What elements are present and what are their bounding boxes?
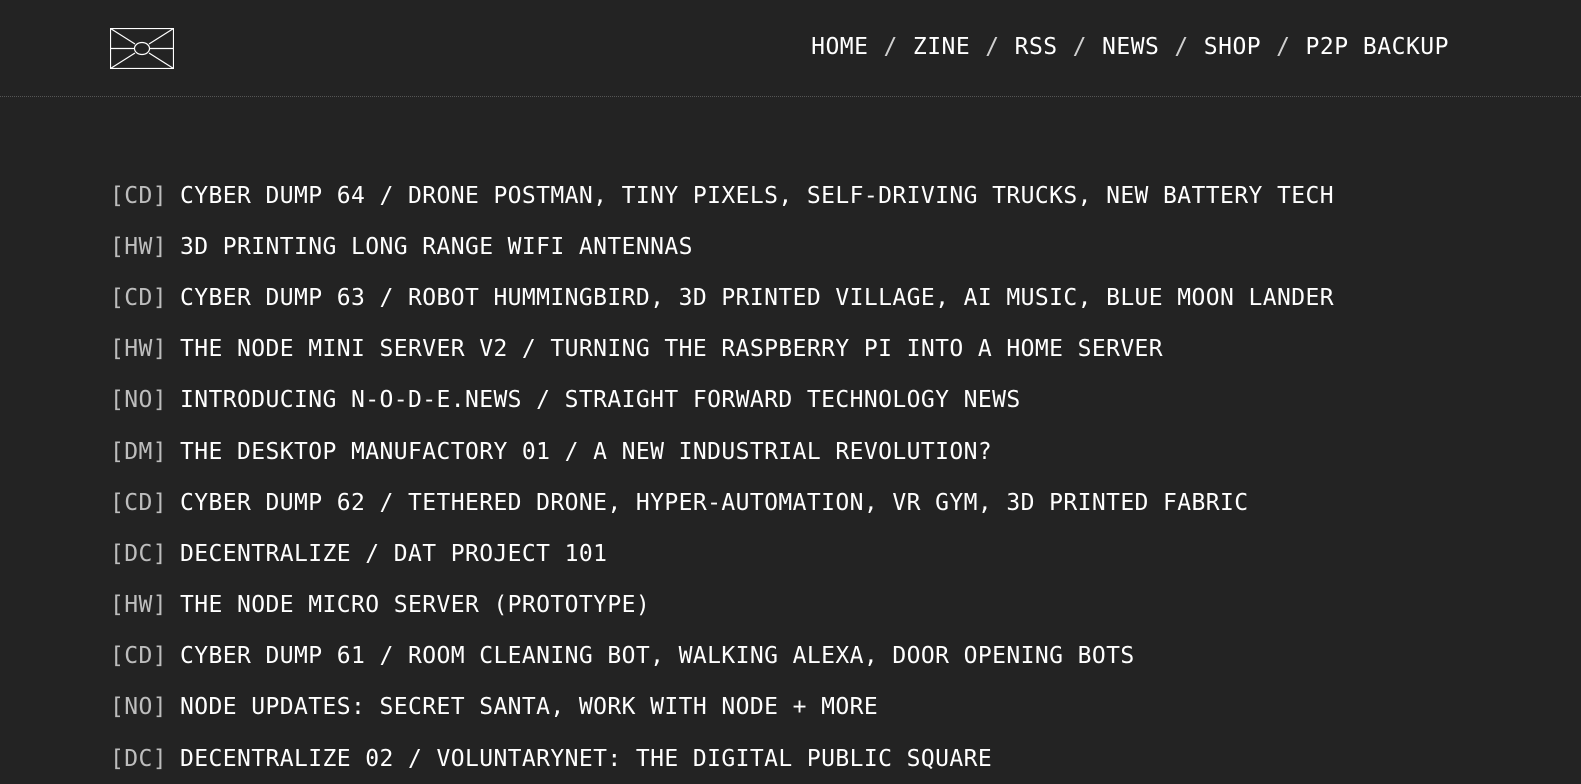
post-title-link[interactable]: DECENTRALIZE / DAT PROJECT 101 <box>180 541 607 567</box>
nav-separator: / <box>1276 34 1291 60</box>
post-list-item[interactable]: [CD] CYBER DUMP 64 / DRONE POSTMAN, TINY… <box>110 170 1334 221</box>
post-list-item[interactable]: [HW] THE NODE MICRO SERVER (PROTOTYPE) <box>110 580 1334 631</box>
post-title-link[interactable]: DECENTRALIZE 02 / VOLUNTARYNET: THE DIGI… <box>180 746 992 772</box>
post-title-link[interactable]: CYBER DUMP 61 / ROOM CLEANING BOT, WALKI… <box>180 643 1135 669</box>
post-title-link[interactable]: CYBER DUMP 62 / TETHERED DRONE, HYPER-AU… <box>180 490 1249 516</box>
post-category-tag: [NO] <box>110 694 167 721</box>
nav-separator: / <box>883 34 898 60</box>
post-list-item[interactable]: [CD] CYBER DUMP 61 / ROOM CLEANING BOT, … <box>110 631 1334 682</box>
nav-shop-link[interactable]: SHOP <box>1204 31 1261 63</box>
nav-rss-link[interactable]: RSS <box>1015 31 1058 63</box>
post-title-link[interactable]: INTRODUCING N-O-D-E.NEWS / STRAIGHT FORW… <box>180 387 1021 413</box>
post-title-link[interactable]: THE DESKTOP MANUFACTORY 01 / A NEW INDUS… <box>180 439 992 465</box>
post-list-item[interactable]: [HW] THE NODE MINI SERVER V2 / TURNING T… <box>110 324 1334 375</box>
post-list-item[interactable]: [DC] DECENTRALIZE / DAT PROJECT 101 <box>110 528 1334 579</box>
post-category-tag: [DC] <box>110 745 167 772</box>
post-list-item[interactable]: [NO] NODE UPDATES: SECRET SANTA, WORK WI… <box>110 682 1334 733</box>
post-list: [CD] CYBER DUMP 64 / DRONE POSTMAN, TINY… <box>110 170 1334 784</box>
post-category-tag: [HW] <box>110 233 167 260</box>
nav-separator: / <box>985 34 1000 60</box>
site-header: HOME / ZINE / RSS / NEWS / SHOP / P2P BA… <box>0 0 1581 97</box>
post-title-link[interactable]: 3D PRINTING LONG RANGE WIFI ANTENNAS <box>180 234 693 260</box>
post-title-link[interactable]: THE NODE MICRO SERVER (PROTOTYPE) <box>180 592 650 618</box>
post-category-tag: [DC] <box>110 540 167 567</box>
post-list-item[interactable]: [NO] INTRODUCING N-O-D-E.NEWS / STRAIGHT… <box>110 375 1334 426</box>
post-category-tag: [DM] <box>110 438 167 465</box>
post-category-tag: [CD] <box>110 284 167 311</box>
post-title-link[interactable]: CYBER DUMP 63 / ROBOT HUMMINGBIRD, 3D PR… <box>180 285 1334 311</box>
node-logo-icon[interactable] <box>110 28 174 69</box>
nav-zine-link[interactable]: ZINE <box>913 31 970 63</box>
nav-separator: / <box>1174 34 1189 60</box>
nav-p2p-backup-link[interactable]: P2P BACKUP <box>1306 31 1449 63</box>
post-title-link[interactable]: NODE UPDATES: SECRET SANTA, WORK WITH NO… <box>180 694 878 720</box>
post-category-tag: [CD] <box>110 182 167 209</box>
nav-news-link[interactable]: NEWS <box>1102 31 1159 63</box>
post-list-item[interactable]: [HW] 3D PRINTING LONG RANGE WIFI ANTENNA… <box>110 221 1334 272</box>
post-category-tag: [CD] <box>110 489 167 516</box>
post-category-tag: [HW] <box>110 336 167 363</box>
post-list-item[interactable]: [CD] CYBER DUMP 62 / TETHERED DRONE, HYP… <box>110 477 1334 528</box>
post-category-tag: [HW] <box>110 592 167 619</box>
nav-separator: / <box>1072 34 1088 60</box>
nav-home-link[interactable]: HOME <box>811 31 868 63</box>
post-list-item[interactable]: [CD] CYBER DUMP 63 / ROBOT HUMMINGBIRD, … <box>110 272 1334 323</box>
post-category-tag: [NO] <box>110 387 167 414</box>
post-list-item[interactable]: [DC] DECENTRALIZE 02 / VOLUNTARYNET: THE… <box>110 733 1334 784</box>
post-title-link[interactable]: CYBER DUMP 64 / DRONE POSTMAN, TINY PIXE… <box>180 183 1334 209</box>
post-category-tag: [CD] <box>110 643 167 670</box>
main-nav: HOME / ZINE / RSS / NEWS / SHOP / P2P BA… <box>811 31 1449 63</box>
post-list-item[interactable]: [DM] THE DESKTOP MANUFACTORY 01 / A NEW … <box>110 426 1334 477</box>
post-title-link[interactable]: THE NODE MINI SERVER V2 / TURNING THE RA… <box>180 336 1163 362</box>
